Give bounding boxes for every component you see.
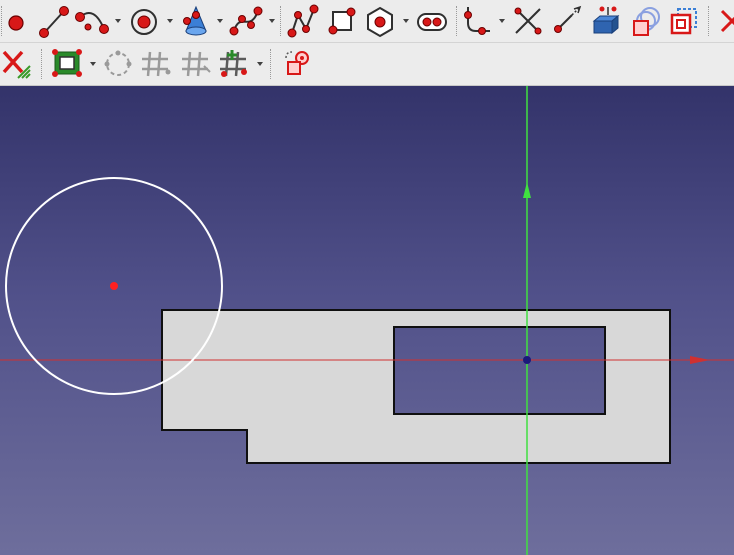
carbon-copy-button[interactable] [628, 3, 664, 39]
grid-snap-button[interactable] [138, 46, 174, 82]
fillet-button[interactable] [460, 3, 496, 39]
toolbar-separator [708, 6, 709, 36]
sketch-face[interactable] [161, 309, 671, 464]
arc-icon [75, 12, 109, 34]
arc-button[interactable] [74, 3, 110, 39]
polygon-dropdown-arrow[interactable] [402, 17, 410, 25]
select-elements-dropdown-arrow[interactable] [89, 60, 97, 68]
conic-button[interactable] [178, 3, 214, 39]
toolbar-separator [456, 6, 457, 36]
restore-internal-geometry-icon [285, 51, 309, 75]
external-geometry-icon [592, 6, 620, 35]
select-elements-button[interactable] [50, 46, 86, 82]
toolbar-separator [280, 6, 281, 36]
point-icon [8, 15, 24, 31]
bspline-button[interactable] [228, 3, 264, 39]
line-icon [39, 6, 69, 38]
construction-mode-button[interactable] [666, 3, 702, 39]
grid-constrained-icon [182, 51, 211, 77]
rectangular-array-dropdown-arrow[interactable] [256, 60, 264, 68]
x-axis-arrow [690, 356, 710, 364]
chevron-down-icon [269, 19, 275, 23]
fillet-icon [464, 7, 490, 35]
conic-dropdown-arrow[interactable] [216, 17, 224, 25]
delete-constraints-icon [2, 50, 31, 79]
bspline-dropdown-arrow[interactable] [268, 17, 276, 25]
rectangle-icon [328, 7, 356, 35]
restore-internal-geometry-button[interactable] [278, 46, 314, 82]
extend-icon [554, 5, 582, 33]
rectangle-button[interactable] [324, 3, 360, 39]
trim-button[interactable] [510, 3, 546, 39]
chevron-down-icon [403, 19, 409, 23]
circle-button[interactable] [126, 3, 162, 39]
chevron-down-icon [90, 62, 96, 66]
delete-constraints-button[interactable] [0, 46, 36, 82]
chevron-down-icon [115, 19, 121, 23]
chevron-down-icon [499, 19, 505, 23]
polygon-icon [367, 6, 393, 38]
grid-constrained-button[interactable] [178, 46, 214, 82]
toolbar-separator [270, 49, 271, 79]
close-overflow-button[interactable] [712, 3, 734, 39]
slot-button[interactable] [414, 3, 450, 39]
select-elements-icon [52, 49, 82, 77]
polyline-button[interactable] [286, 3, 322, 39]
sketch-canvas[interactable] [0, 86, 734, 555]
construction-mode-icon [670, 8, 697, 35]
sketcher-toolbar-row2 [0, 43, 734, 86]
rectangular-array-button[interactable] [216, 46, 252, 82]
line-button[interactable] [36, 3, 72, 39]
bspline-icon [229, 6, 263, 36]
extend-button[interactable] [550, 3, 586, 39]
origin-point[interactable] [523, 356, 531, 364]
3d-viewport[interactable] [0, 86, 734, 555]
y-axis-arrow [523, 182, 531, 198]
close-overflow-icon [720, 9, 734, 33]
chevron-down-icon [257, 62, 263, 66]
polygon-button[interactable] [362, 3, 398, 39]
carbon-copy-icon [633, 7, 660, 36]
grid-snap-icon [142, 51, 171, 77]
conic-icon [183, 5, 207, 36]
slot-icon [417, 13, 447, 31]
circle-icon [131, 9, 157, 35]
circle-dropdown-arrow[interactable] [166, 17, 174, 25]
circle-center-point[interactable] [110, 282, 118, 290]
sketcher-toolbar-row1 [0, 0, 734, 43]
trim-icon [514, 7, 542, 35]
external-geometry-button[interactable] [588, 3, 624, 39]
fillet-dropdown-arrow[interactable] [498, 17, 506, 25]
point-button[interactable] [0, 3, 36, 39]
chevron-down-icon [217, 19, 223, 23]
rectangular-array-icon [220, 50, 247, 77]
arc-dropdown-arrow[interactable] [114, 17, 122, 25]
chevron-down-icon [167, 19, 173, 23]
show-hide-geometry-button[interactable] [100, 46, 136, 82]
toolbar-separator [41, 49, 42, 79]
polyline-icon [287, 4, 319, 38]
show-hide-geometry-icon [104, 50, 132, 76]
